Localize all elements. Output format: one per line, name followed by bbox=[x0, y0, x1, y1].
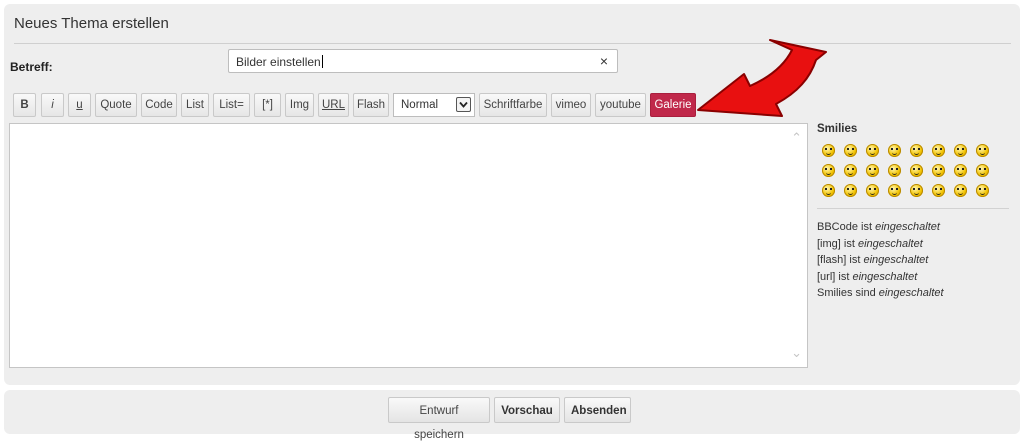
status-label: [img] ist bbox=[817, 237, 858, 250]
clear-icon[interactable]: × bbox=[600, 53, 608, 69]
smiley-icon[interactable] bbox=[866, 164, 879, 177]
url-button[interactable]: URL bbox=[318, 93, 349, 117]
bold-button[interactable]: B bbox=[13, 93, 36, 117]
smiley-icon[interactable] bbox=[866, 184, 879, 197]
smiley-icon[interactable] bbox=[976, 144, 989, 157]
status-line: [img] ist eingeschaltet bbox=[817, 236, 944, 253]
status-label: [flash] ist bbox=[817, 254, 864, 266]
status-line: [flash] ist eingeschaltet bbox=[817, 252, 944, 269]
smiley-icon[interactable] bbox=[888, 184, 901, 197]
smiley-icon[interactable] bbox=[822, 164, 835, 177]
bbcode-status-list: BBCode ist eingeschaltet [img] ist einges… bbox=[817, 219, 944, 302]
smiley-icon[interactable] bbox=[844, 144, 857, 157]
font-size-value: Normal bbox=[401, 99, 439, 111]
list-button[interactable]: List bbox=[181, 93, 209, 117]
status-value: eingeschaltet bbox=[878, 287, 944, 299]
smiley-icon[interactable] bbox=[954, 164, 967, 177]
status-value: eingeschaltet bbox=[863, 254, 929, 266]
status-value: eingeschaltet bbox=[875, 221, 940, 233]
status-label: BBCode ist bbox=[817, 221, 876, 233]
smiley-icon[interactable] bbox=[888, 144, 901, 157]
smiley-icon[interactable] bbox=[844, 164, 857, 177]
smiley-icon[interactable] bbox=[866, 144, 879, 157]
status-label: Smilies sind bbox=[817, 287, 879, 299]
status-label: [url] ist bbox=[817, 270, 853, 283]
code-button[interactable]: Code bbox=[141, 93, 177, 117]
red-arrow-icon bbox=[697, 39, 827, 117]
preview-button[interactable]: Vorschau bbox=[494, 397, 560, 423]
font-color-button[interactable]: Schriftfarbe bbox=[479, 93, 547, 117]
scroll-down-icon[interactable]: ⌄ bbox=[791, 345, 802, 361]
page-title: Neues Thema erstellen bbox=[14, 15, 169, 32]
quote-button[interactable]: Quote bbox=[95, 93, 137, 117]
font-size-select[interactable]: Normal bbox=[393, 93, 475, 117]
actions-panel: Entwurf speichern Vorschau Absenden bbox=[4, 390, 1020, 441]
subject-input[interactable]: Bilder einstellen × bbox=[228, 49, 618, 73]
smiley-icon[interactable] bbox=[822, 144, 835, 157]
chevron-down-icon[interactable] bbox=[456, 97, 471, 112]
status-value: eingeschaltet bbox=[852, 270, 918, 283]
underline-button[interactable]: u bbox=[68, 93, 91, 117]
text-caret bbox=[321, 55, 323, 68]
vimeo-button[interactable]: vimeo bbox=[551, 93, 591, 117]
ordered-list-button[interactable]: List= bbox=[213, 93, 250, 117]
subject-label: Betreff: bbox=[10, 60, 53, 74]
sidebar-divider bbox=[817, 208, 1009, 209]
save-draft-button[interactable]: Entwurf speichern bbox=[388, 397, 490, 441]
smiley-icon[interactable] bbox=[932, 184, 945, 197]
status-value: eingeschaltet bbox=[857, 237, 923, 250]
smilies-heading: Smilies bbox=[817, 123, 858, 135]
smiley-icon[interactable] bbox=[910, 144, 923, 157]
smiley-icon[interactable] bbox=[954, 144, 967, 157]
smiley-icon[interactable] bbox=[910, 164, 923, 177]
youtube-button[interactable]: youtube bbox=[595, 93, 646, 117]
scroll-up-icon[interactable]: ⌃ bbox=[791, 130, 802, 146]
smiley-icon[interactable] bbox=[932, 144, 945, 157]
message-textarea[interactable]: ⌃ ⌄ bbox=[9, 123, 808, 368]
smiley-icon[interactable] bbox=[976, 164, 989, 177]
submit-button[interactable]: Absenden bbox=[564, 397, 631, 423]
smiley-icon[interactable] bbox=[888, 164, 901, 177]
smiley-icon[interactable] bbox=[822, 184, 835, 197]
smiley-icon[interactable] bbox=[954, 184, 967, 197]
img-button[interactable]: Img bbox=[285, 93, 314, 117]
status-line: BBCode ist eingeschaltet bbox=[817, 219, 944, 236]
smiley-icon[interactable] bbox=[910, 184, 923, 197]
status-line: Smilies sind eingeschaltet bbox=[817, 285, 944, 302]
flash-button[interactable]: Flash bbox=[353, 93, 389, 117]
list-item-button[interactable]: [*] bbox=[254, 93, 281, 117]
smiley-icon[interactable] bbox=[932, 164, 945, 177]
status-line: [url] ist eingeschaltet bbox=[817, 269, 944, 286]
subject-input-value: Bilder einstellen bbox=[236, 55, 323, 69]
italic-button[interactable]: i bbox=[41, 93, 64, 117]
smilies-grid bbox=[820, 142, 996, 202]
title-divider bbox=[14, 43, 1011, 44]
smiley-icon[interactable] bbox=[976, 184, 989, 197]
smiley-icon[interactable] bbox=[844, 184, 857, 197]
